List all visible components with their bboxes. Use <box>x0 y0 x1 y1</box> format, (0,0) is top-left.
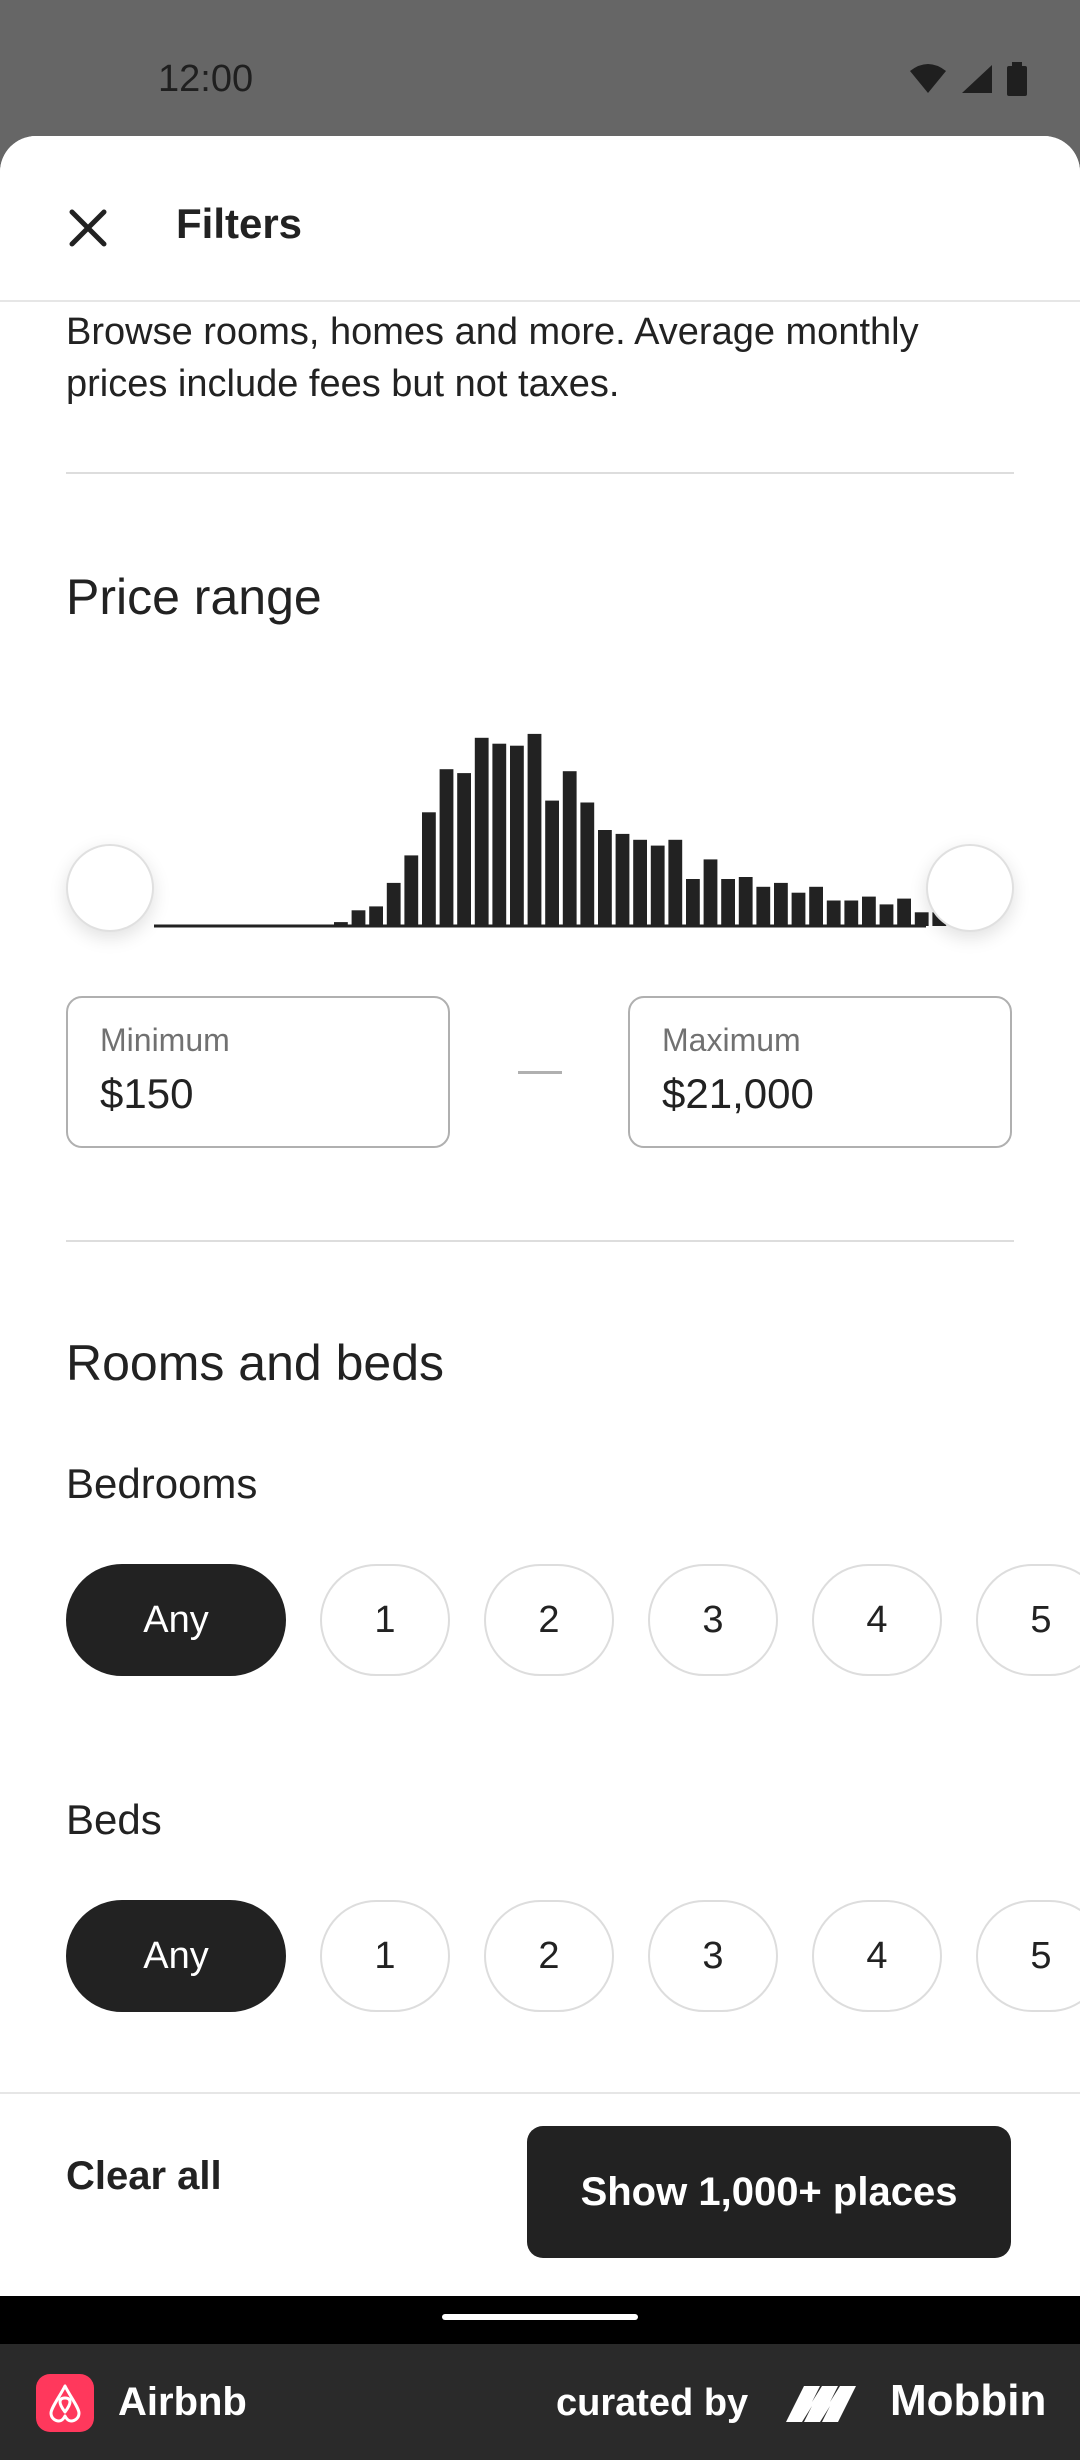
sheet-footer: Clear all Show 1,000+ places <box>0 2092 1080 2296</box>
maximum-label: Maximum <box>662 1022 801 1058</box>
divider <box>66 1240 1014 1242</box>
beds-label: Beds <box>66 1796 162 1843</box>
histogram-bar <box>756 886 771 926</box>
price-histogram <box>154 733 964 928</box>
airbnb-logo-icon <box>36 2374 94 2432</box>
histogram-bar <box>615 833 630 926</box>
close-button[interactable] <box>56 196 120 260</box>
histogram-bar <box>386 882 401 926</box>
minimum-value: $150 <box>100 1070 194 1117</box>
histogram-bar <box>334 922 348 926</box>
histogram-bar <box>668 839 683 926</box>
bedrooms-option-5[interactable]: 5 <box>976 1564 1080 1676</box>
bedrooms-option-4[interactable]: 4 <box>812 1564 942 1676</box>
histogram-bar <box>686 879 700 926</box>
clear-all-button[interactable]: Clear all <box>66 2154 222 2199</box>
histogram-bar <box>562 771 577 926</box>
histogram-bar <box>650 845 665 926</box>
beds-option-5[interactable]: 5 <box>976 1900 1080 2012</box>
histogram-bar <box>721 879 735 926</box>
filters-sheet: Filters Browse rooms, homes and more. Av… <box>0 136 1080 2296</box>
histogram-bar <box>510 745 524 926</box>
histogram-bar <box>897 898 911 926</box>
price-min-handle[interactable] <box>66 844 154 932</box>
histogram-bar <box>844 900 859 926</box>
minimum-price-field[interactable]: Minimum $150 <box>66 996 450 1148</box>
status-icons <box>908 62 1028 96</box>
wifi-icon <box>910 64 946 93</box>
sheet-header: Filters <box>0 136 1080 302</box>
histogram-bar <box>914 912 929 926</box>
histogram-bar <box>580 802 595 926</box>
beds-option-4[interactable]: 4 <box>812 1900 942 2012</box>
beds-option-2[interactable]: 2 <box>484 1900 614 2012</box>
histogram-bar <box>633 839 647 926</box>
range-dash <box>518 1071 562 1074</box>
bedrooms-option-any[interactable]: Any <box>66 1564 286 1676</box>
divider <box>66 472 1014 474</box>
histogram-bar <box>774 882 788 926</box>
histogram-bar <box>492 743 507 926</box>
histogram-bar <box>703 859 718 926</box>
histogram-bar <box>351 910 366 926</box>
mobbin-logo-icon <box>786 2386 856 2422</box>
beds-options: Any 1 2 3 4 5 <box>66 1900 1080 2012</box>
histogram-bar <box>404 855 419 926</box>
bedrooms-option-3[interactable]: 3 <box>648 1564 778 1676</box>
curated-by-text: curated by <box>556 2382 749 2424</box>
signal-icon <box>962 65 992 93</box>
histogram-bar <box>545 800 559 926</box>
maximum-price-field[interactable]: Maximum $21,000 <box>628 996 1012 1148</box>
beds-option-1[interactable]: 1 <box>320 1900 450 2012</box>
system-nav-bar <box>0 2296 1080 2344</box>
bedrooms-option-2[interactable]: 2 <box>484 1564 614 1676</box>
histogram-bar <box>457 773 471 926</box>
histogram-bar <box>439 769 454 926</box>
histogram-bar <box>826 900 841 926</box>
home-gesture-handle[interactable] <box>442 2314 638 2320</box>
histogram-bar <box>879 904 894 926</box>
histogram-bar <box>738 877 753 926</box>
histogram-bar <box>527 733 542 926</box>
maximum-value: $21,000 <box>662 1070 814 1117</box>
price-range-title: Price range <box>66 569 322 625</box>
brand-bar: Airbnb curated by Mobbin <box>0 2344 1080 2460</box>
beds-option-3[interactable]: 3 <box>648 1900 778 2012</box>
show-places-button[interactable]: Show 1,000+ places <box>527 2126 1011 2258</box>
page-title: Filters <box>176 200 303 247</box>
histogram-bar <box>809 886 823 926</box>
histogram-bar <box>862 896 876 926</box>
bedrooms-options: Any 1 2 3 4 5 <box>66 1564 1080 1676</box>
close-icon <box>69 209 107 247</box>
histogram-bar <box>369 906 383 926</box>
beds-option-any[interactable]: Any <box>66 1900 286 2012</box>
bedrooms-label: Bedrooms <box>66 1460 258 1507</box>
histogram-bars <box>334 733 964 926</box>
intro-text: Browse rooms, homes and more. Average mo… <box>66 311 919 405</box>
minimum-label: Minimum <box>100 1022 230 1058</box>
mobbin-wordmark: Mobbin <box>890 2376 1047 2425</box>
histogram-bar <box>598 830 612 926</box>
rooms-and-beds-title: Rooms and beds <box>66 1335 445 1391</box>
histogram-bar <box>791 892 806 926</box>
status-time: 12:00 <box>158 58 254 100</box>
battery-icon <box>1007 62 1027 96</box>
brand-app-name: Airbnb <box>118 2380 247 2424</box>
histogram-bar <box>422 812 436 926</box>
price-max-handle[interactable] <box>926 844 1014 932</box>
bedrooms-option-1[interactable]: 1 <box>320 1564 450 1676</box>
histogram-bar <box>474 737 489 926</box>
